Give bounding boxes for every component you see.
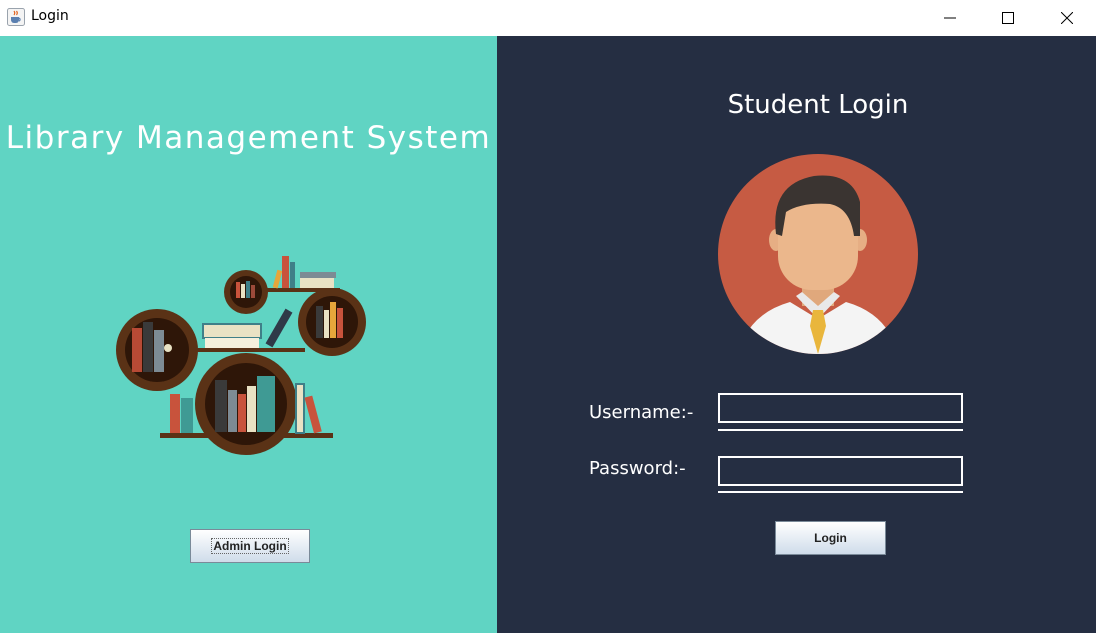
- password-input[interactable]: [718, 456, 963, 486]
- login-button-label: Login: [814, 531, 847, 545]
- window-title: Login: [31, 8, 69, 24]
- left-panel: Library Management System Admin Login: [0, 36, 497, 633]
- maximize-icon: [1002, 12, 1014, 24]
- username-label: Username:-: [589, 402, 694, 423]
- username-underline: [718, 429, 963, 431]
- window-titlebar: Login: [0, 0, 1096, 36]
- student-login-heading: Student Login: [727, 90, 909, 120]
- minimize-icon: [944, 17, 956, 19]
- close-icon: [1061, 12, 1073, 24]
- admin-login-label: Admin Login: [211, 538, 289, 554]
- password-label: Password:-: [589, 458, 686, 479]
- maximize-button[interactable]: [979, 0, 1037, 36]
- app-title: Library Management System: [5, 120, 492, 156]
- admin-login-button[interactable]: Admin Login: [190, 529, 310, 563]
- student-avatar: [718, 154, 918, 354]
- password-underline: [718, 491, 963, 493]
- username-input[interactable]: [718, 393, 963, 423]
- login-button[interactable]: Login: [775, 521, 886, 555]
- right-panel: Student Login Username:- Password:- Logi…: [497, 36, 1096, 633]
- minimize-button[interactable]: [921, 0, 979, 36]
- bookshelf-illustration: [110, 248, 370, 460]
- close-button[interactable]: [1038, 0, 1096, 36]
- java-cup-icon: [7, 8, 25, 26]
